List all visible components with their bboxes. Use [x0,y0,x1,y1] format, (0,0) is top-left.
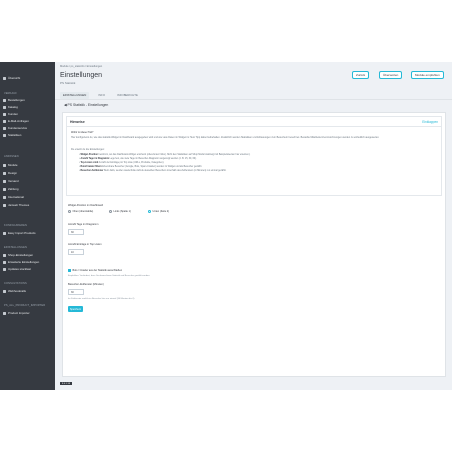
panel-title: ◀ PS Statistik - Einstellungen [64,103,109,107]
list-item: • Top-Listen-Limit Anzahl der Einträge p… [79,162,165,164]
top-limit-input[interactable]: 10 [68,249,84,255]
days-input[interactable]: 30 [68,229,84,235]
sidebar-section-consultations: CONSULTATIONS [4,282,27,285]
sidebar-item-shop-settings[interactable]: Shop-Einstellungen [3,253,33,257]
collapse-link[interactable]: Einklappen [422,120,438,124]
tab-info[interactable]: INFO [95,92,108,99]
sidebar-item-international[interactable]: International [3,195,24,199]
version-badge: 8.0.1.18 [60,382,72,385]
sidebar-item-shipping[interactable]: Versand [3,179,19,183]
sidebar-item-email-requests[interactable]: E-Mail-Anfragen [3,119,29,123]
radio-icon [109,210,112,213]
checkbox-checked-icon [68,269,71,272]
main-content: Module / ps_statsinfo / Einstellungen Ei… [55,62,452,390]
page-title: Einstellungen [60,72,103,79]
sidebar-item-updates[interactable]: Updates stocklast [3,267,31,271]
theme-icon [3,203,6,207]
app-frame: Übersicht VERKAUF Bestellungen Katalog K… [0,62,452,390]
position-radio-left[interactable]: Links (Spalte 1) [109,210,131,213]
list-item: • Bots/Crawler filtern Erkennbare Besuch… [79,166,202,168]
sidebar: Übersicht VERKAUF Bestellungen Katalog K… [0,62,55,390]
radio-selected-icon [148,210,151,213]
sidebar-section-einstellungen: EINSTELLUNGEN [4,246,27,249]
mail-icon [3,119,6,123]
position-radio-top[interactable]: Oben (überstabile) [68,210,93,213]
desktop-icon [3,171,6,175]
dashboard-icon [3,76,6,80]
sidebar-section-importer: PS_ALL_PRODUCT_IMPORTER [4,304,46,307]
window-label: Besucher-Zeitfenster (Minuten) [68,283,104,286]
page-subtitle: PS Statistik [60,81,76,85]
tab-settings[interactable]: EINSTELLUNGEN [60,92,90,99]
chart-icon [3,133,6,137]
truck-icon [3,179,6,183]
sidebar-item-advanced-settings[interactable]: Erweiterte Einstellungen [3,260,39,264]
days-label: Anzahl Tage im Diagramm [68,223,99,226]
notes-intro: Du ersetzt du die Einstellungen: [71,148,105,151]
notes-question: Wofür ist dieser Tab? [71,131,94,134]
tab-info-reports[interactable]: INFOBERICHTE [114,92,141,99]
notes-divider [67,126,441,127]
sidebar-item-stats[interactable]: Statistiken [3,133,21,137]
sidebar-item-easy-import[interactable]: Easy Import Products [3,231,36,235]
settings-panel: Hinweise Einklappen Wofür ist dieser Tab… [62,112,446,377]
bots-hint: Empfohlen. Verhindert, dass Suchmaschine… [68,275,151,277]
store-icon [3,105,6,109]
settings-icon [3,260,6,264]
sidebar-item-design[interactable]: Design [3,171,17,175]
sidebar-item-customers[interactable]: Kunden [3,112,18,116]
tab-divider [55,99,452,100]
back-button[interactable]: Zurück [352,71,370,79]
cart-icon [3,98,6,102]
translate-button[interactable]: Übersetzen [379,71,403,79]
window-input[interactable]: 30 [68,289,84,295]
breadcrumb[interactable]: Module / ps_statsinfo / Einstellungen [60,65,102,68]
sidebar-item-modules[interactable]: Module [3,163,17,167]
globe-icon [3,195,6,199]
sidebar-item-product-importer[interactable]: Product Importer [3,311,30,315]
window-hint: Im Zeitfenster zaehlt ein Besucher hier … [68,298,135,300]
notes-paragraph: Hier konfigurierst du, wie das statistik… [71,136,380,139]
recommend-modules-button[interactable]: Module empfehlen [411,71,444,79]
list-item: • Besucher-Zeitfenster Beim Aktiv, werde… [79,170,227,172]
sidebar-item-orders[interactable]: Bestellungen [3,98,25,102]
sidebar-item-catalog[interactable]: Katalog [3,105,18,109]
upload-icon [3,311,6,315]
save-button[interactable]: Speichern [68,306,83,312]
position-radio-bottom[interactable]: Unten (Zeile 2) [148,210,169,213]
sidebar-item-webhooks[interactable]: Webhookcalls [3,289,26,293]
sidebar-section-verkauf: VERKAUF [4,92,17,95]
sidebar-item-payment[interactable]: Zahlung [3,187,18,191]
gear-icon [3,253,6,257]
chat-icon [3,126,6,130]
puzzle-icon [3,163,6,167]
top-limit-label: Anzahl Einträge in Top Listen [68,243,102,246]
sidebar-item-dashboard[interactable]: Übersicht [3,76,20,80]
card-icon [3,187,6,191]
notes-title: Hinweise [70,120,85,124]
sidebar-section-anpassen: ANPASSEN [4,155,19,158]
sidebar-section-konfig: KONFIGURIEREN [4,224,27,227]
tab-bar: EINSTELLUNGEN INFO INFOBERICHTE [60,92,141,99]
sidebar-item-themes[interactable]: Janweb Themes [3,203,29,207]
sidebar-item-service[interactable]: Kundenservice [3,126,27,130]
webhook-icon [3,289,6,293]
position-label: Widget-Position im Dashboard [68,204,104,207]
bots-checkbox[interactable]: Bots / Crawler aus der Statistik ausschl… [68,269,122,272]
list-item: • Widget-Position bestimmt, wo das Dashb… [79,154,251,156]
radio-icon [68,210,71,213]
list-item: • Anzahl Tage im Diagramm Lege fest, wie… [79,158,197,160]
plus-icon [3,267,6,271]
notes-card: Hinweise Einklappen Wofür ist dieser Tab… [66,116,442,196]
person-icon [3,112,6,116]
import-icon [3,231,6,235]
